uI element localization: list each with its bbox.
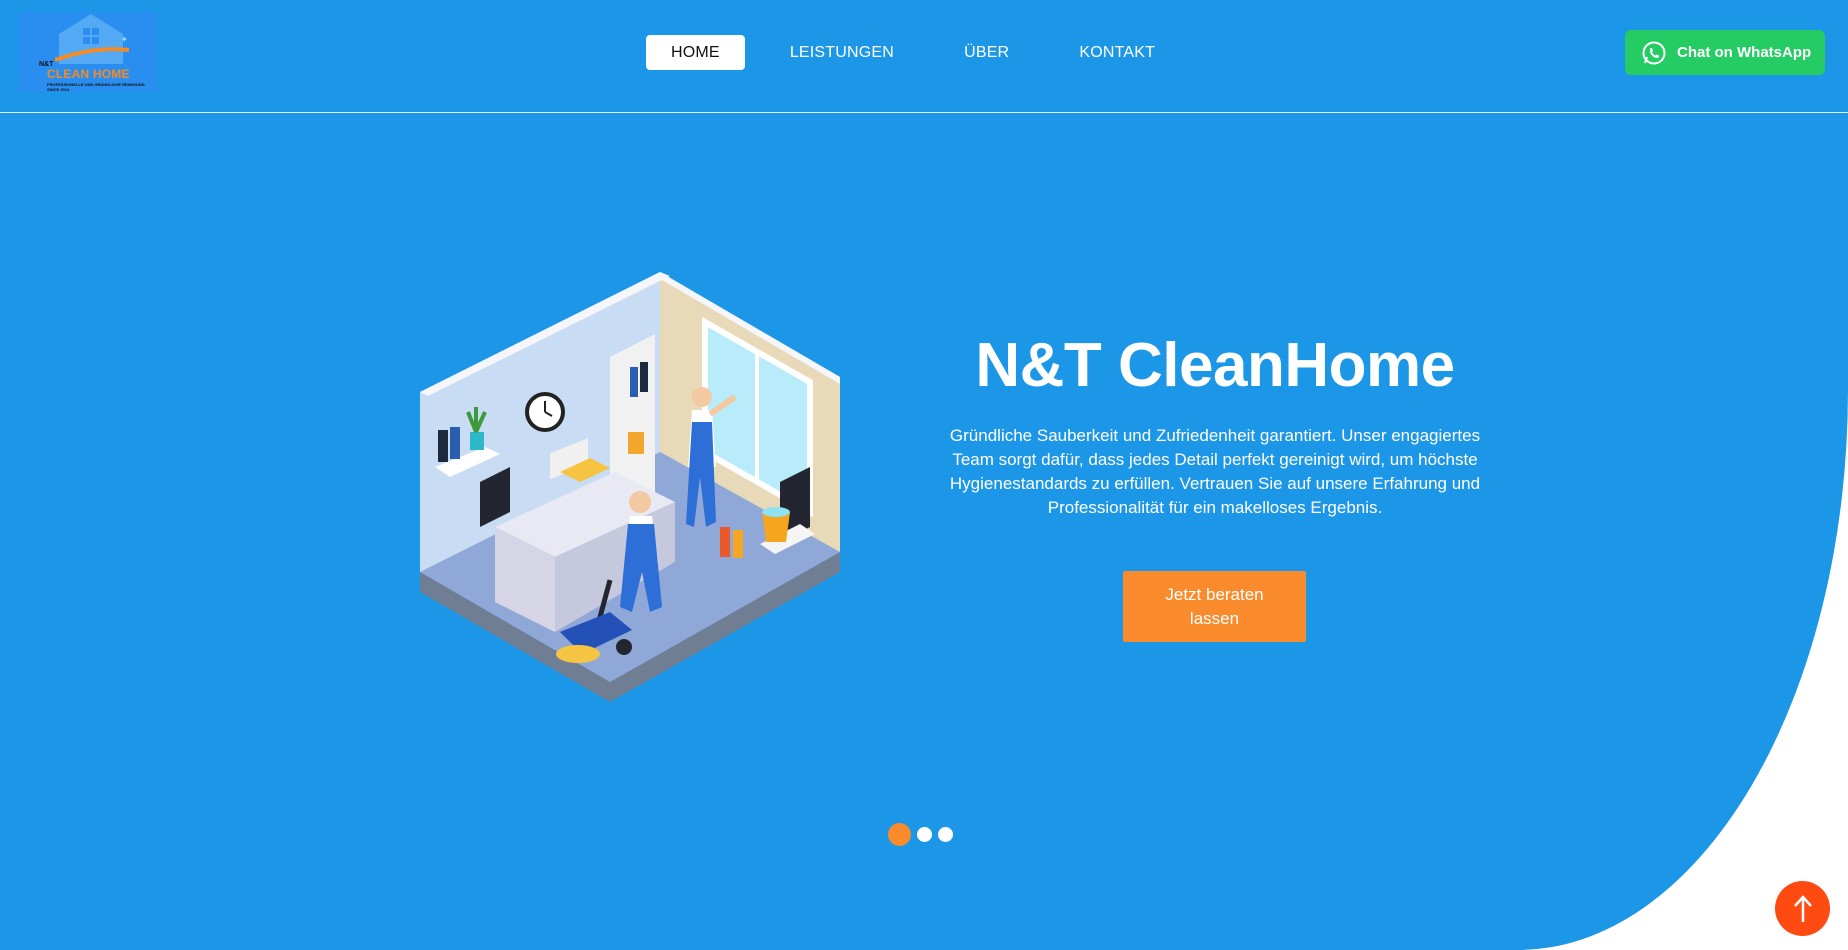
- whatsapp-icon: [1642, 41, 1666, 64]
- hero-description: Gründliche Sauberkeit und Zufriedenheit …: [949, 426, 1481, 517]
- house-logo-icon: ✦: [55, 14, 130, 64]
- carousel-dot-1[interactable]: [888, 823, 911, 846]
- scroll-to-top-button[interactable]: [1775, 881, 1830, 936]
- carousel-indicators: [888, 823, 959, 846]
- main-nav: HOME LEISTUNGEN ÜBER KONTAKT: [646, 35, 1200, 70]
- nav-item-kontakt[interactable]: KONTAKT: [1054, 35, 1180, 70]
- arrow-up-icon: [1793, 894, 1812, 922]
- nav-item-leistungen[interactable]: LEISTUNGEN: [765, 35, 919, 70]
- nav-item-ueber[interactable]: ÜBER: [939, 35, 1034, 70]
- carousel-dot-3[interactable]: [938, 827, 953, 842]
- whatsapp-chat-button[interactable]: Chat on WhatsApp: [1625, 30, 1825, 75]
- whatsapp-label: Chat on WhatsApp: [1677, 44, 1812, 61]
- site-header: ✦ N&T CLEAN HOME PROFESSIONELLE UND GRÜN…: [0, 0, 1848, 113]
- cleaning-room-illustration: [420, 272, 840, 702]
- hero-background: [0, 0, 1848, 950]
- carousel-dot-2[interactable]: [917, 827, 932, 842]
- consult-button[interactable]: Jetzt beraten lassen: [1123, 571, 1306, 642]
- consult-button-label: Jetzt beraten lassen: [1165, 584, 1264, 628]
- hero-title: N&T CleanHome: [975, 331, 1455, 400]
- logo[interactable]: ✦ N&T CLEAN HOME PROFESSIONELLE UND GRÜN…: [19, 12, 157, 92]
- svg-text:✦: ✦: [121, 35, 128, 44]
- nav-item-home[interactable]: HOME: [646, 35, 745, 70]
- logo-brand-text: CLEAN HOME: [47, 67, 130, 81]
- logo-since: SINCE 2014: [47, 87, 70, 92]
